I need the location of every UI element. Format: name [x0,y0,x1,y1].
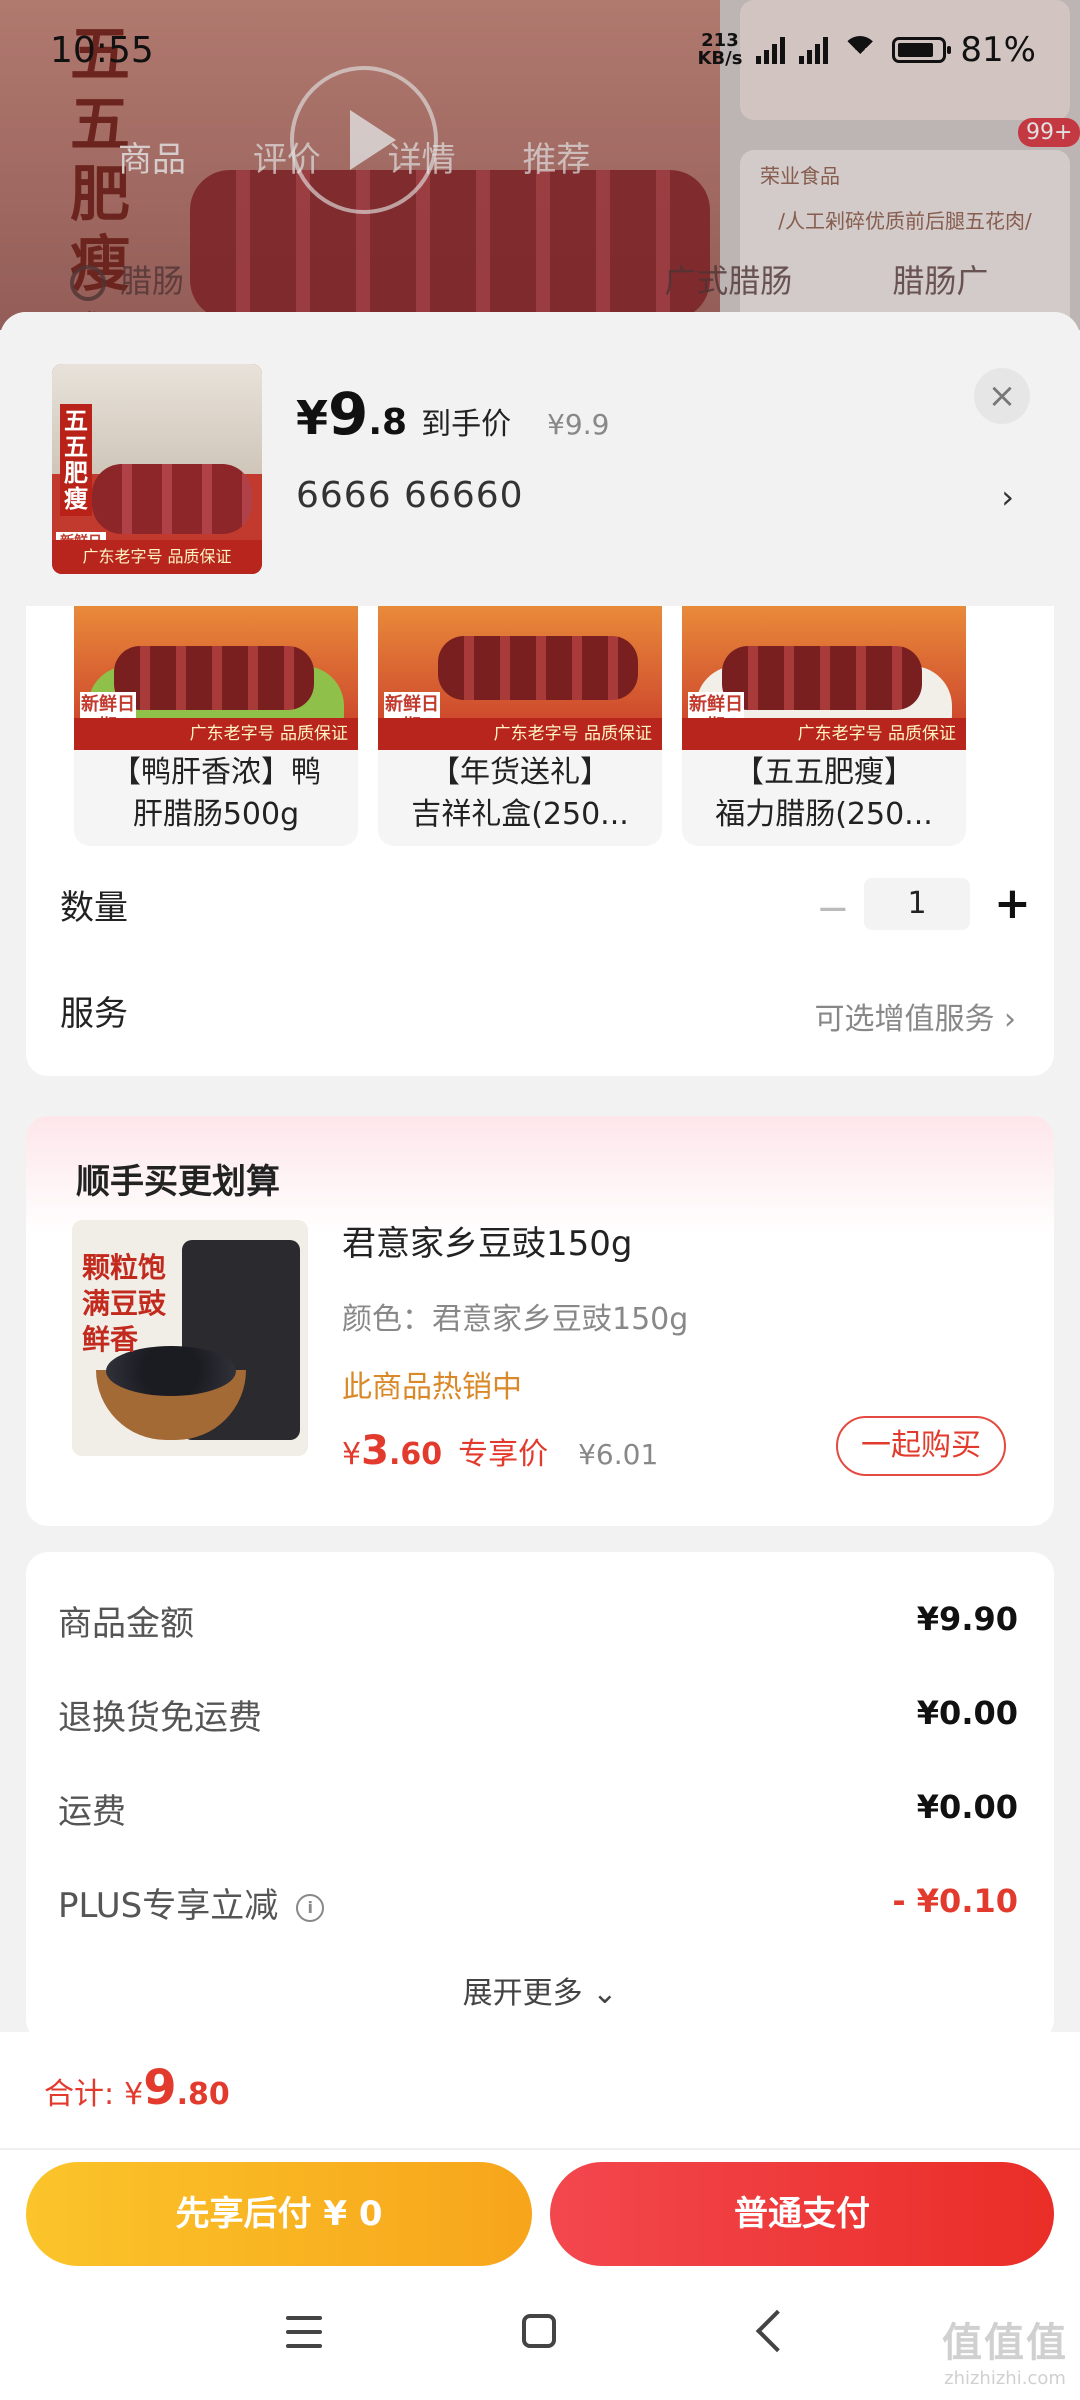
bundle-product-image[interactable]: 颗粒饱满豆豉鲜香 [72,1220,308,1456]
home-icon[interactable] [522,2314,556,2348]
quantity-input[interactable]: 1 [864,878,970,930]
network-speed: 213 KB/s [697,30,743,69]
info-icon[interactable]: i [296,1893,325,1922]
quantity-increase-button[interactable]: + [994,878,1031,929]
buy-together-button[interactable]: 一起购买 [836,1416,1006,1476]
thumbnail-footer: 广东老字号 品质保证 [52,540,262,574]
sheet-header: 五五肥瘦 新鲜日期 广东老字号 品质保证 ¥9.8 到手价 ¥9.9 6666 … [0,312,1080,608]
price-summary-card: 商品金额 ¥9.90 退换货免运费 ¥0.00 运费 ¥0.00 PLUS专享立… [26,1552,1054,2042]
variant-footer: 广东老字号 品质保证 [682,718,966,750]
variant-option[interactable]: 新鲜日期 广东老字号 品质保证 【五五肥瘦】福力腊肠(250... [682,606,966,846]
wifi-icon [842,36,879,72]
service-option-link[interactable]: 可选增值服务 › [814,994,1016,1038]
variant-option[interactable]: 新鲜日期 广东老字号 品质保证 【鸭肝香浓】鸭肝腊肠500g [74,606,358,846]
original-price: ¥9.9 [547,408,610,441]
variant-list: 新鲜日期 广东老字号 品质保证 【鸭肝香浓】鸭肝腊肠500g 新鲜日期 广东老字… [74,606,966,846]
expand-more-button[interactable]: 展开更多 ⌄ [26,1968,1054,2012]
system-nav-bar [0,2276,1080,2400]
bundle-product-color: 颜色：君意家乡豆豉150g [342,1302,689,1337]
bundle-title: 顺手买更划算 [76,1162,280,1202]
variant-footer: 广东老字号 品质保证 [74,718,358,750]
bundle-product-name[interactable]: 君意家乡豆豉150g [342,1216,632,1265]
bundle-image-text: 颗粒饱满豆豉鲜香 [82,1251,167,1356]
quantity-label: 数量 [60,888,128,928]
selected-spec[interactable]: 6666 66660 [296,475,524,516]
service-label: 服务 [60,994,128,1034]
bundle-hot-tag: 此商品热销中 [342,1370,522,1405]
bundle-price: ¥3.60 专享价 ¥6.01 [342,1428,659,1474]
variant-name: 【年货送礼】 吉祥礼盒(250... [411,755,629,832]
quantity-decrease-button[interactable]: − [816,886,850,932]
pay-later-button[interactable]: 先享后付 ¥ 0 [26,2162,532,2266]
summary-row: 运费 ¥0.00 [58,1788,1018,1832]
price-row: ¥9.8 到手价 ¥9.9 [296,380,609,448]
status-time: 10:55 [50,30,154,71]
watermark: 值值值 zhizhizhi.com [942,2320,1068,2389]
bundle-price-tag: 专享价 [458,1437,549,1472]
final-price: ¥9.8 [296,380,408,448]
variant-and-options-card: 新鲜日期 广东老字号 品质保证 【鸭肝香浓】鸭肝腊肠500g 新鲜日期 广东老字… [26,606,1054,1076]
signal-icon [756,36,786,64]
battery-percent: 81% [960,30,1036,70]
signal-icon-2 [799,36,829,64]
variant-name: 【鸭肝香浓】鸭 肝腊肠500g [111,755,321,832]
bundle-original-price: ¥6.01 [578,1438,659,1471]
normal-pay-button[interactable]: 普通支付 [550,2162,1054,2266]
selected-product-thumbnail[interactable]: 五五肥瘦 新鲜日期 广东老字号 品质保证 [52,364,262,574]
final-price-label: 到手价 [421,407,512,442]
thumbnail-label: 五五肥瘦 [60,404,92,516]
summary-row: 退换货免运费 ¥0.00 [58,1694,1018,1738]
variant-name: 【五五肥瘦】 福力腊肠(250... [715,755,933,832]
battery-icon [892,37,952,63]
summary-row: PLUS专享立减 i - ¥0.10 [58,1882,1018,1926]
variant-option[interactable]: 新鲜日期 广东老字号 品质保证 【年货送礼】吉祥礼盒(250... [378,606,662,846]
chevron-right-icon[interactable]: › [1001,478,1014,516]
summary-row: 商品金额 ¥9.90 [58,1600,1018,1644]
bundle-offer-card: 顺手买更划算 颗粒饱满豆豉鲜香 君意家乡豆豉150g 颜色：君意家乡豆豉150g… [26,1116,1054,1526]
total-amount: 合计: ¥9.80 [44,2060,230,2116]
variant-footer: 广东老字号 品质保证 [378,718,662,750]
close-button[interactable]: × [974,368,1030,424]
back-icon[interactable] [755,2309,799,2353]
status-bar: 10:55 213 KB/s 81% [0,0,1080,100]
menu-icon[interactable] [286,2316,322,2348]
